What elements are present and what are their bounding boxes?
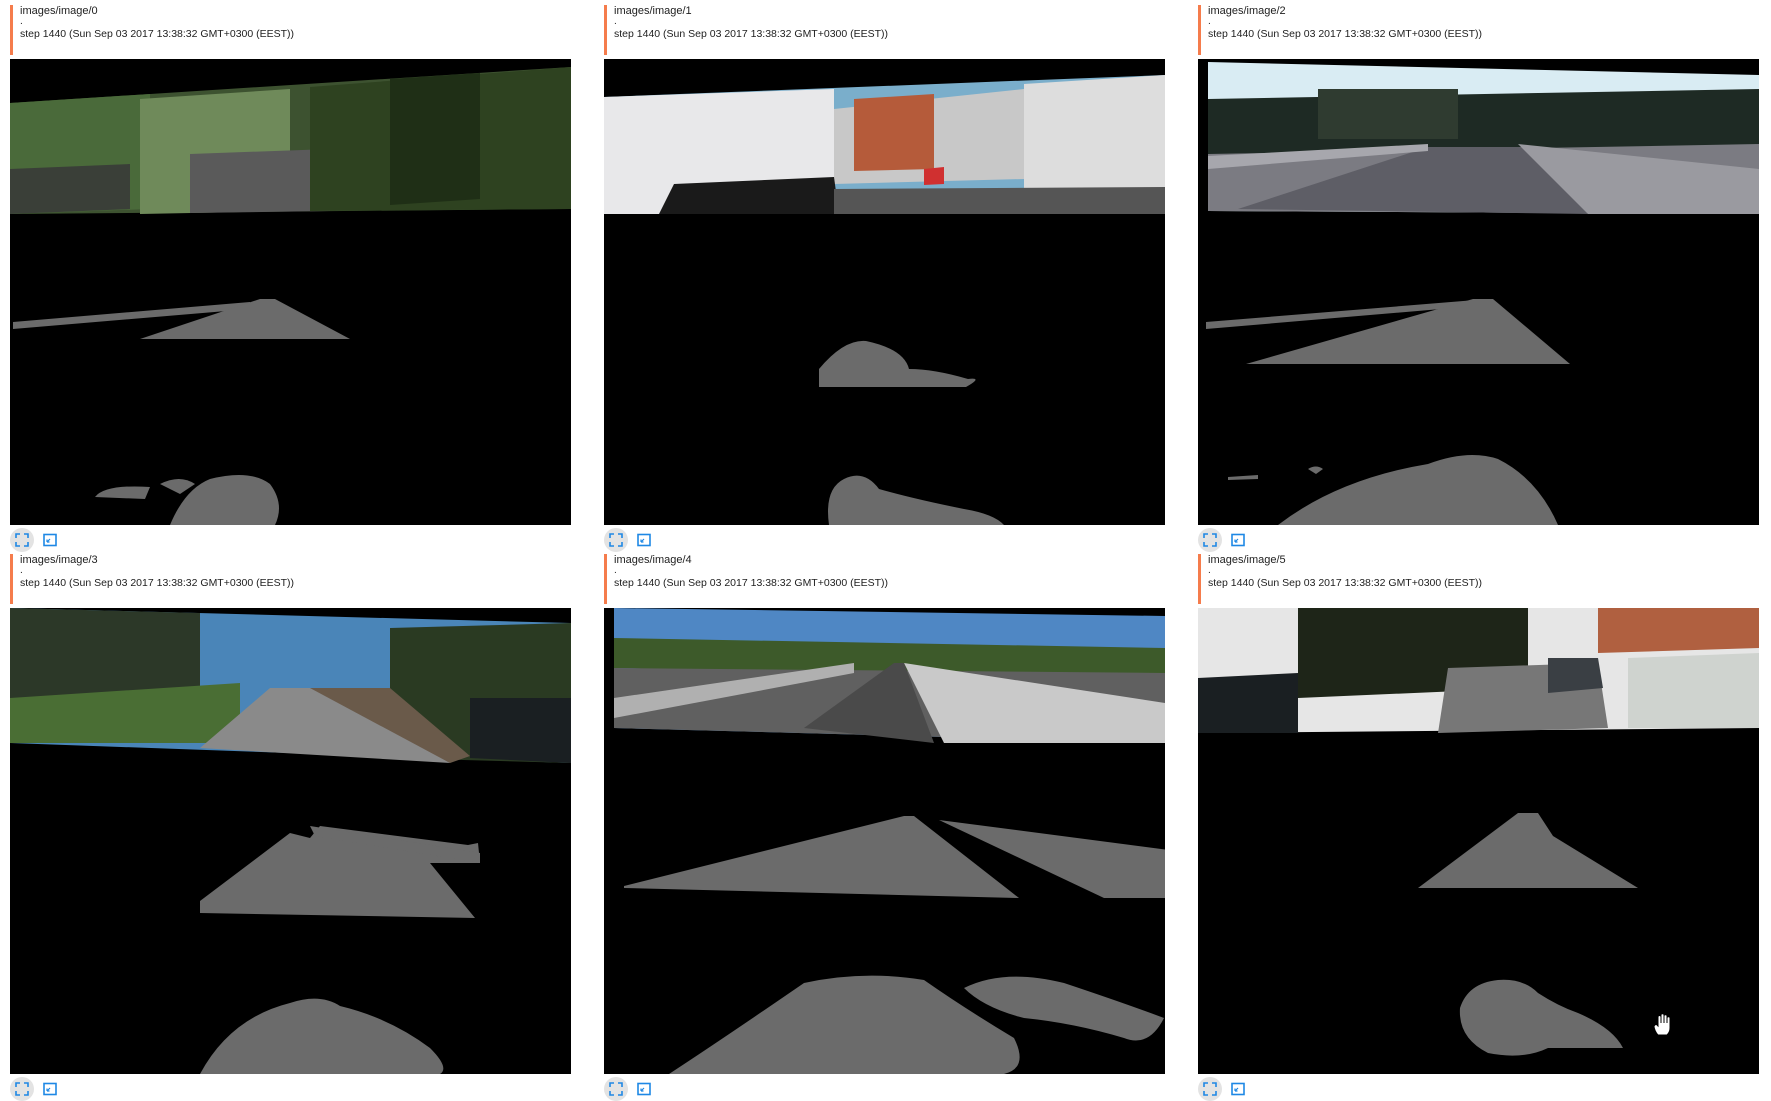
card-header: images/image/5 . step 1440 (Sun Sep 03 2… — [1198, 554, 1759, 604]
fullscreen-button[interactable] — [1198, 528, 1222, 552]
card-header: images/image/3 . step 1440 (Sun Sep 03 2… — [10, 554, 571, 604]
image-card-5: images/image/5 . step 1440 (Sun Sep 03 2… — [1198, 554, 1759, 1101]
fit-to-screen-button[interactable] — [1226, 1077, 1250, 1101]
card-step: step 1440 (Sun Sep 03 2017 13:38:32 GMT+… — [1208, 28, 1483, 40]
fit-to-screen-icon — [1231, 533, 1245, 547]
fullscreen-icon — [15, 533, 29, 547]
card-sample-dot: . — [20, 565, 23, 576]
card-sample-dot: . — [20, 16, 23, 27]
fit-to-screen-button[interactable] — [38, 528, 62, 552]
card-actions — [604, 1077, 684, 1101]
image-display — [1198, 59, 1759, 525]
card-step: step 1440 (Sun Sep 03 2017 13:38:32 GMT+… — [614, 577, 889, 589]
fit-to-screen-icon — [637, 533, 651, 547]
card-actions — [10, 528, 90, 552]
image-display — [10, 608, 571, 1074]
fullscreen-icon — [1203, 533, 1217, 547]
fit-to-screen-icon — [43, 533, 57, 547]
card-step: step 1440 (Sun Sep 03 2017 13:38:32 GMT+… — [614, 28, 889, 40]
card-step: step 1440 (Sun Sep 03 2017 13:38:32 GMT+… — [20, 28, 295, 40]
hand-cursor-icon — [1653, 1013, 1671, 1036]
card-tag: images/image/5 — [1208, 554, 1286, 566]
fit-to-screen-button[interactable] — [632, 1077, 656, 1101]
card-step: step 1440 (Sun Sep 03 2017 13:38:32 GMT+… — [20, 577, 295, 589]
fullscreen-button[interactable] — [1198, 1077, 1222, 1101]
fullscreen-icon — [15, 1082, 29, 1096]
image-display — [10, 59, 571, 525]
fullscreen-icon — [609, 533, 623, 547]
card-sample-dot: . — [614, 16, 617, 27]
fit-to-screen-button[interactable] — [632, 528, 656, 552]
fit-to-screen-button[interactable] — [38, 1077, 62, 1101]
card-tag: images/image/3 — [20, 554, 98, 566]
card-header: images/image/0 . step 1440 (Sun Sep 03 2… — [10, 5, 571, 55]
card-tag: images/image/2 — [1208, 5, 1286, 17]
image-card-4: images/image/4 . step 1440 (Sun Sep 03 2… — [604, 554, 1165, 1101]
card-actions — [10, 1077, 90, 1101]
fullscreen-icon — [609, 1082, 623, 1096]
card-step: step 1440 (Sun Sep 03 2017 13:38:32 GMT+… — [1208, 577, 1483, 589]
card-header: images/image/2 . step 1440 (Sun Sep 03 2… — [1198, 5, 1759, 55]
card-tag: images/image/4 — [614, 554, 692, 566]
image-card-0: images/image/0 . step 1440 (Sun Sep 03 2… — [10, 5, 571, 552]
card-sample-dot: . — [614, 565, 617, 576]
fullscreen-button[interactable] — [604, 528, 628, 552]
card-tag: images/image/1 — [614, 5, 692, 17]
fullscreen-icon — [1203, 1082, 1217, 1096]
fit-to-screen-icon — [1231, 1082, 1245, 1096]
fullscreen-button[interactable] — [10, 1077, 34, 1101]
image-display — [604, 608, 1165, 1074]
card-actions — [604, 528, 684, 552]
image-display — [1198, 608, 1759, 1074]
image-card-1: images/image/1 . step 1440 (Sun Sep 03 2… — [604, 5, 1165, 552]
image-card-3: images/image/3 . step 1440 (Sun Sep 03 2… — [10, 554, 571, 1101]
fit-to-screen-icon — [637, 1082, 651, 1096]
card-header: images/image/1 . step 1440 (Sun Sep 03 2… — [604, 5, 1165, 55]
image-display — [604, 59, 1165, 525]
card-actions — [1198, 1077, 1278, 1101]
card-sample-dot: . — [1208, 565, 1211, 576]
card-header: images/image/4 . step 1440 (Sun Sep 03 2… — [604, 554, 1165, 604]
card-tag: images/image/0 — [20, 5, 98, 17]
card-sample-dot: . — [1208, 16, 1211, 27]
fit-to-screen-icon — [43, 1082, 57, 1096]
fullscreen-button[interactable] — [604, 1077, 628, 1101]
image-card-2: images/image/2 . step 1440 (Sun Sep 03 2… — [1198, 5, 1759, 552]
card-actions — [1198, 528, 1278, 552]
fit-to-screen-button[interactable] — [1226, 528, 1250, 552]
fullscreen-button[interactable] — [10, 528, 34, 552]
